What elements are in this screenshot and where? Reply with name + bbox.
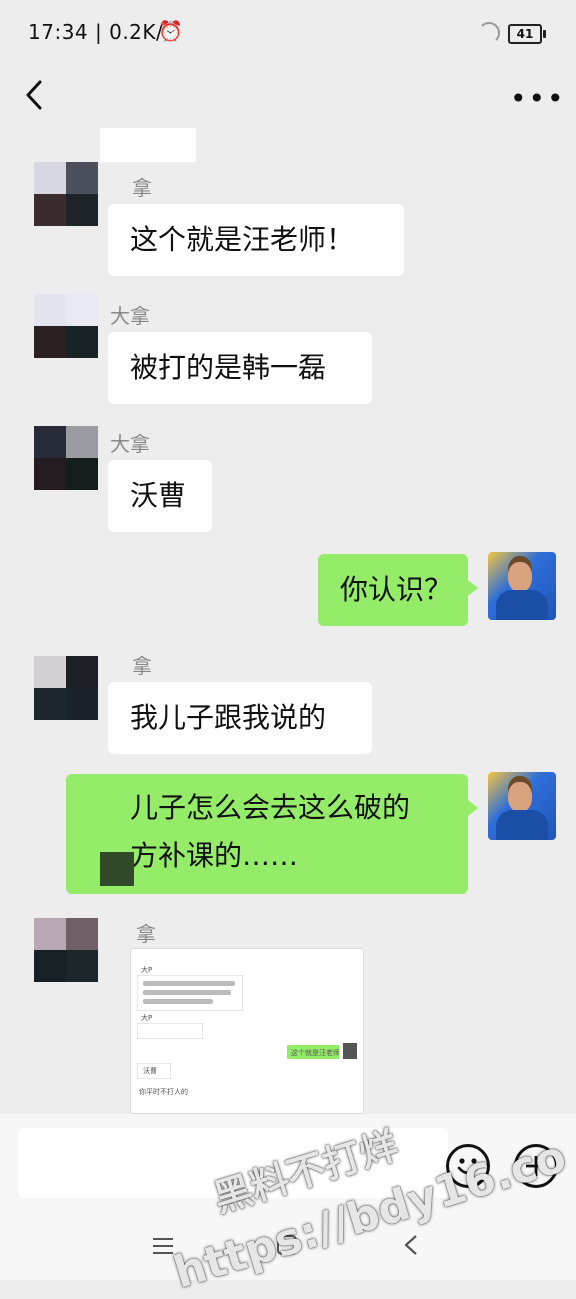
- my-avatar[interactable]: [488, 552, 556, 620]
- message-bubble[interactable]: 沃曹: [108, 460, 212, 532]
- redaction-block: [100, 128, 196, 162]
- image-message[interactable]: 大P 大P 这个就是汪老师 沃曹 你平时不打人的: [130, 948, 364, 1114]
- back-icon[interactable]: [402, 1234, 420, 1256]
- preview-name: 大P: [141, 966, 153, 974]
- message-line: 儿子怎么会去这么破的: [130, 791, 411, 824]
- sender-name: 拿: [136, 922, 156, 946]
- sender-name: 拿: [132, 654, 152, 678]
- preview-name: 大P: [141, 1014, 153, 1022]
- message-bubble[interactable]: 被打的是韩一磊: [108, 332, 372, 404]
- more-options-icon[interactable]: •••: [510, 82, 566, 115]
- alarm-icon: ⏰: [158, 19, 183, 43]
- message-bubble[interactable]: 我儿子跟我说的: [108, 682, 372, 754]
- message-bubble[interactable]: 这个就是汪老师！: [108, 204, 404, 276]
- chat-header: •••: [0, 64, 576, 128]
- sender-name: 大拿: [110, 432, 150, 456]
- status-time: 17:34 | 0.2K/s: [28, 20, 175, 44]
- preview-outgoing-text: 这个就是汪老师: [291, 1049, 340, 1057]
- sender-name: 大拿: [110, 304, 150, 328]
- my-avatar[interactable]: [488, 772, 556, 840]
- message-line: 方补课的……: [130, 839, 299, 872]
- sender-name: 拿: [132, 176, 152, 200]
- avatar[interactable]: [34, 918, 98, 982]
- avatar[interactable]: [34, 426, 98, 490]
- preview-line: 你平时不打人的: [139, 1088, 188, 1096]
- status-bar: 17:34 | 0.2K/s ⏰ 41: [0, 0, 576, 64]
- preview-line: 沃曹: [143, 1067, 157, 1075]
- loading-icon: [478, 22, 500, 44]
- back-arrow-icon[interactable]: [22, 78, 52, 112]
- avatar[interactable]: [34, 294, 98, 358]
- avatar[interactable]: [34, 656, 98, 720]
- message-bubble-outgoing[interactable]: 你认识？: [318, 554, 478, 626]
- battery-icon: 41: [508, 24, 546, 44]
- redaction-block: [100, 852, 134, 886]
- avatar[interactable]: [34, 162, 98, 226]
